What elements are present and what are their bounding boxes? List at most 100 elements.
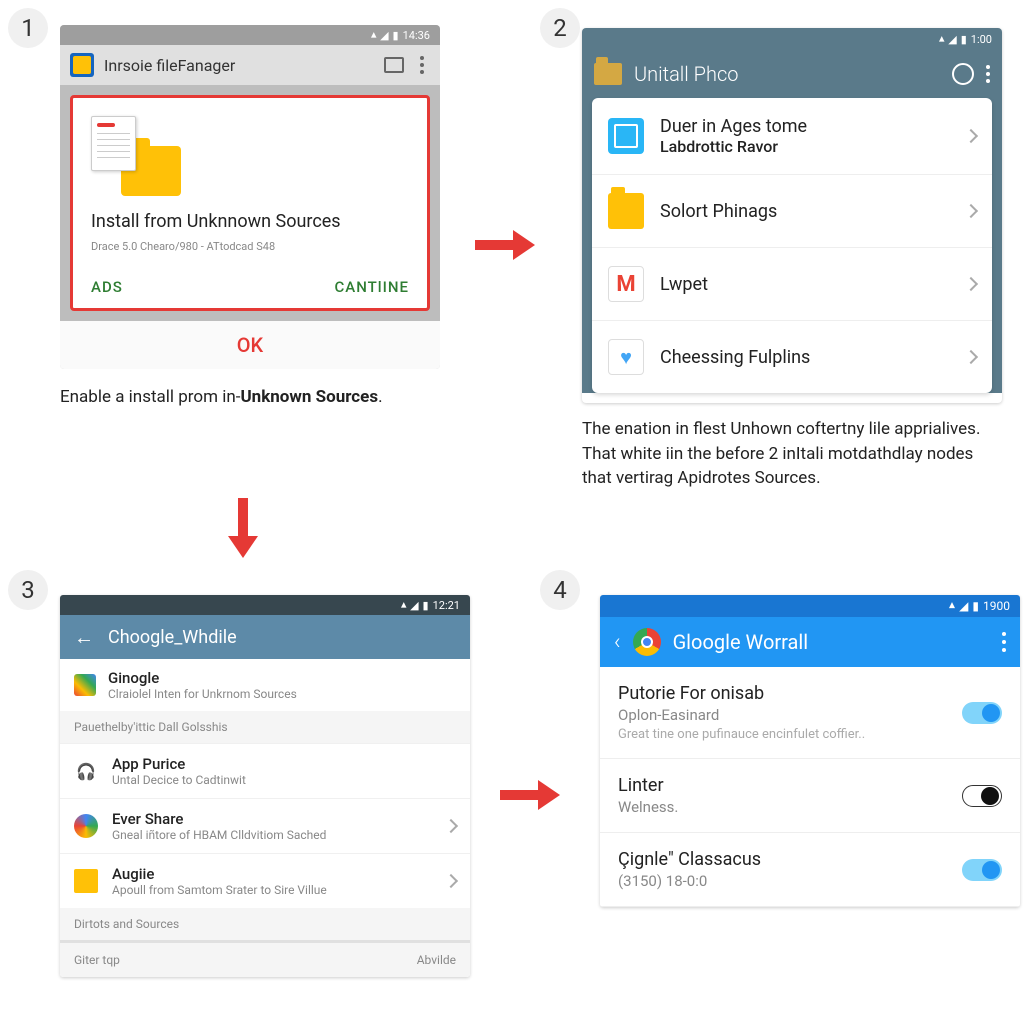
section-header: Dirtots and Sources [60,908,470,940]
install-dialog: Install from Unknnown Sources Drace 5.0 … [70,95,430,311]
status-time: 12:21 [433,599,460,612]
settings-row[interactable]: Ever Share Gneal iñtore of HBAM Clldviti… [60,798,470,853]
chevron-right-icon [964,129,978,143]
list-item[interactable]: Duer in Ages tome Labdrottic Ravor [592,98,992,175]
row-title: Linter [618,775,948,796]
gmail-icon: M [608,266,644,302]
footer-left: Giter tqp [74,953,120,967]
step-badge-4: 4 [540,570,580,610]
row-title: Ever Share [112,810,432,828]
phone-frame-1: 14:36 Inrsoie fileFanager Install from U… [60,25,440,369]
globe-icon [74,814,98,838]
step-badge-3: 3 [8,570,48,610]
wifi-icon [401,599,407,612]
dialog-subtitle: Drace 5.0 Chearo/980 - ATtodcad S48 [91,240,409,253]
panel-4: 1900 ‹ Gloogle Worrall Putorie For onisa… [600,595,1020,907]
list-item[interactable]: M Lwpet [592,248,992,321]
dialog-actions: ADS CANTlINE [91,278,409,308]
status-bar: 1900 [600,595,1020,617]
wifi-icon [939,33,945,46]
toggle-row[interactable]: Linter Welness. [600,759,1020,833]
header-item[interactable]: Ginogle Clraiolel Inten for Unkrnom Sour… [60,659,470,711]
chevron-right-icon [444,819,458,833]
list-item-title: Cheessing Fulplins [660,347,950,368]
app-icon [70,53,94,77]
panel-3: 12:21 ← Choogle_Whdile Ginogle Clraiolel… [60,595,470,977]
toggle-switch[interactable] [962,859,1002,881]
panel-1: 14:36 Inrsoie fileFanager Install from U… [60,25,440,407]
app-titlebar: Inrsoie fileFanager [60,45,440,85]
settings-row[interactable]: Augiie Apoull from Samtom Srater to Sire… [60,853,470,908]
document-icon [91,116,136,171]
toggle-row[interactable]: Putorie For onisab Oplon-Easinard Great … [600,667,1020,759]
phone-frame-3: 12:21 ← Choogle_Whdile Ginogle Clraiolel… [60,595,470,977]
settings-body: Ginogle Clraiolel Inten for Unkrnom Sour… [60,659,470,977]
ok-button[interactable]: OK [60,321,440,369]
toggle-row[interactable]: Çignle" Classacus (3150) 18-0:0 [600,833,1020,907]
heart-icon [608,339,644,375]
list-item[interactable]: Solort Phinags [592,175,992,248]
section-header: Pauethelby'ittic Dall Golsshis [60,711,470,743]
row-subtitle: Apoull from Samtom Srater to Sire Villue [112,883,432,897]
signal-icon [959,599,968,613]
header-subtitle: Clraiolel Inten for Unkrnom Sources [108,687,297,701]
caption-bold: Unknown Sources [240,387,378,407]
headset-icon [74,759,98,783]
continue-button[interactable]: CANTlINE [335,278,410,296]
status-time: 1900 [983,599,1010,613]
row-title: Çignle" Classacus [618,849,948,870]
chevron-right-icon [964,204,978,218]
list-item[interactable]: Cheessing Fulplins [592,321,992,393]
cast-icon[interactable] [384,57,404,73]
panel-2: 1:00 Unitall Phco Duer in Ages tome Labd… [582,28,1002,491]
toggle-switch[interactable] [962,702,1002,724]
folder-icon [608,193,644,229]
app-bar: ‹ Gloogle Worrall [600,617,1020,667]
toggle-switch[interactable] [962,785,1002,807]
list-item-subtitle: Labdrottic Ravor [660,137,950,156]
status-time: 14:36 [403,29,430,42]
signal-icon [380,29,388,42]
status-bar: 14:36 [60,25,440,45]
phone-frame-2: 1:00 Unitall Phco Duer in Ages tome Labd… [582,28,1002,403]
footer-right: Abvilde [417,953,456,967]
arrow-right-2 [500,780,560,810]
header-title: Ginogle [108,669,297,687]
ads-button[interactable]: ADS [91,278,123,296]
chevron-right-icon [964,350,978,364]
row-subtitle: Gneal iñtore of HBAM Clldvitiom Sached [112,828,432,842]
dialog-heading: Install from Unknnown Sources [91,211,409,232]
row-subtitle: (3150) 18-0:0 [618,872,948,890]
more-icon[interactable] [1002,632,1006,652]
panel-1-caption: Enable a install prom in-Unknown Sources… [60,387,440,407]
row-subtitle: Oplon-Easinard [618,706,948,724]
step-badge-2: 2 [540,8,580,48]
signal-icon [948,33,956,46]
more-icon[interactable] [414,56,430,74]
back-arrow-icon[interactable]: ← [74,625,94,650]
source-list: Duer in Ages tome Labdrottic Ravor Solor… [592,98,992,393]
app-bar: ← Choogle_Whdile [60,615,470,659]
list-item-title: Duer in Ages tome [660,116,950,137]
row-subtitle: Welness. [618,798,948,816]
battery-icon [393,29,399,42]
battery-icon [423,599,429,612]
document-folder-icon [91,116,181,196]
more-icon[interactable] [986,65,990,83]
folder-icon [594,63,622,85]
app-header: 1:00 Unitall Phco Duer in Ages tome Labd… [582,28,1002,393]
chrome-icon [633,628,661,656]
back-chevron-icon[interactable]: ‹ [614,630,621,655]
chevron-right-icon [964,277,978,291]
settings-row[interactable]: App Purice Untal Decice to Cadtinwit [60,743,470,798]
settings-icon[interactable] [952,63,974,85]
arrow-down [228,498,258,558]
google-icon [74,674,96,696]
panel-2-caption: The enation in flest Unhown coftertny li… [582,417,1002,491]
wifi-icon [949,599,955,613]
row-title: Putorie For onisab [618,683,948,704]
caption-post: . [378,387,382,407]
wifi-icon [371,29,377,42]
footer: Giter tqp Abvilde [60,940,470,977]
app-title: Unitall Phco [634,62,940,86]
